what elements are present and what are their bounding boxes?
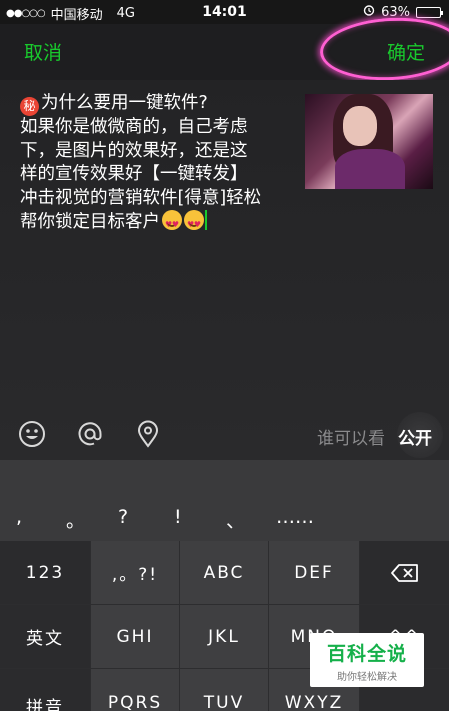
heart-eyes-emoji-icon — [162, 210, 182, 237]
key-tuv[interactable]: TUV — [180, 669, 268, 711]
key-punctuation[interactable]: ,。?! — [91, 541, 179, 604]
key-english[interactable]: 英文 — [0, 605, 90, 668]
watermark-title: 百科全说 — [326, 643, 407, 665]
visibility-label[interactable]: 谁可以看 — [317, 424, 385, 449]
key-abc[interactable]: ABC — [180, 541, 268, 604]
key-question[interactable]: ? — [118, 506, 128, 528]
battery-icon — [416, 6, 443, 18]
alarm-icon — [363, 4, 375, 20]
post-line-4: 样的宣传效果好【一键转发】 — [20, 164, 248, 184]
post-line-6: 帮你锁定目标客户 — [20, 212, 160, 232]
punctuation-row: , 。 ? ! 、 …… — [0, 460, 449, 541]
post-line-5: 冲击视觉的营销软件[得意]轻松 — [20, 187, 262, 208]
key-jkl[interactable]: JKL — [180, 605, 268, 668]
photo-face — [343, 106, 377, 146]
secret-badge-icon: 秘 — [20, 97, 39, 116]
compose-toolbar: 谁可以看 公开 — [0, 410, 449, 460]
post-text-input[interactable]: 秘为什么要用一键软件? 如果你是做微商的，自己考虑 下，是图片的效果好，还是这 … — [20, 92, 300, 237]
watermark-subtitle: 助你轻松解决 — [337, 672, 397, 683]
heart-eyes-emoji-icon — [184, 210, 204, 237]
location-icon[interactable] — [134, 420, 162, 448]
key-123[interactable]: 123 — [0, 541, 90, 604]
mention-icon[interactable] — [76, 420, 104, 448]
emoji-icon[interactable] — [18, 420, 46, 448]
watermark-logo: 百科全说 助你轻松解决 — [310, 633, 424, 687]
key-ellipsis[interactable]: …… — [276, 506, 314, 528]
visibility-value[interactable]: 公开 — [398, 424, 432, 449]
key-enum-comma[interactable]: 、 — [226, 506, 245, 533]
post-line-1: 为什么要用一键软件? — [41, 93, 208, 113]
key-comma[interactable]: , — [16, 506, 22, 528]
post-line-2: 如果你是做微商的，自己考虑 — [20, 117, 248, 137]
delete-key[interactable] — [360, 541, 449, 604]
key-ghi[interactable]: GHI — [91, 605, 179, 668]
compose-area[interactable]: 秘为什么要用一键软件? 如果你是做微商的，自己考虑 下，是图片的效果好，还是这 … — [0, 80, 449, 460]
key-exclaim[interactable]: ! — [174, 506, 182, 528]
key-pqrs[interactable]: PQRS — [91, 669, 179, 711]
photo-body — [335, 149, 405, 189]
key-period[interactable]: 。 — [66, 506, 85, 533]
post-line-3: 下，是图片的效果好，还是这 — [20, 140, 248, 161]
cancel-button[interactable]: 取消 — [24, 38, 62, 65]
text-cursor — [205, 210, 207, 230]
key-def[interactable]: DEF — [269, 541, 359, 604]
attached-photo-thumbnail[interactable] — [305, 94, 433, 189]
key-pinyin[interactable]: 拼音 — [0, 669, 90, 711]
backspace-icon — [390, 563, 418, 582]
